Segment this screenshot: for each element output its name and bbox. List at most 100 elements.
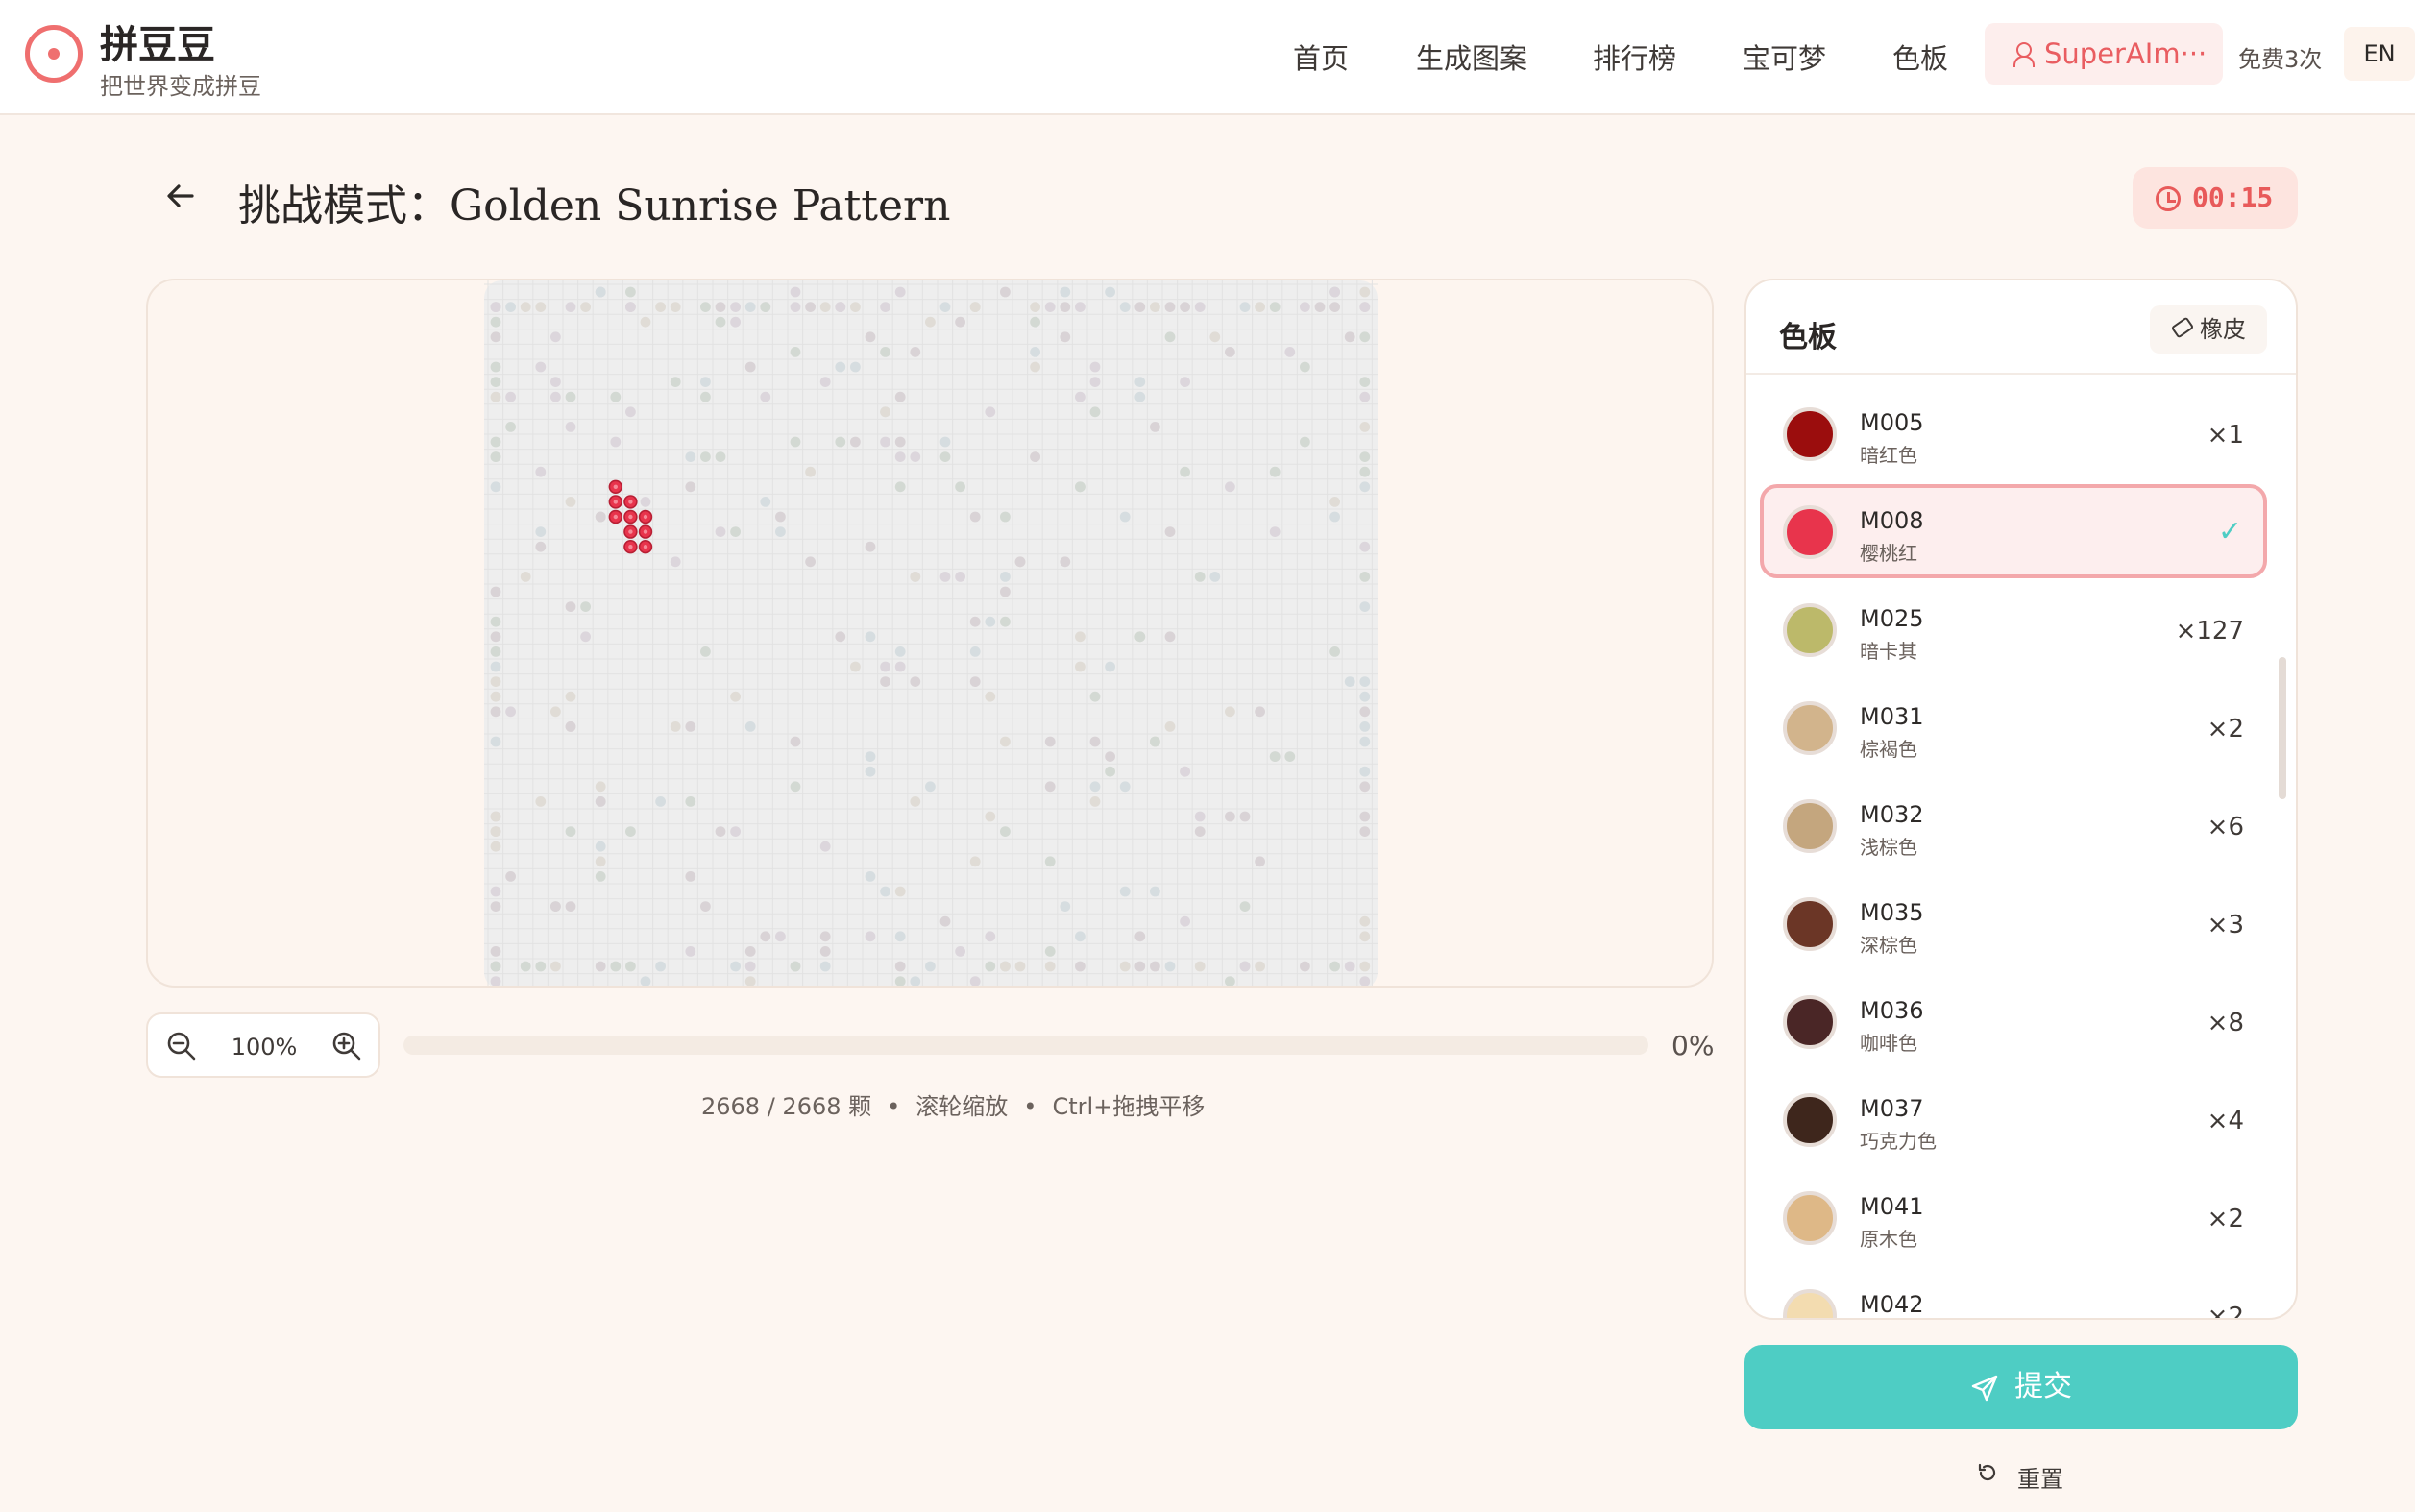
- nav-item-generate[interactable]: 生成图案: [1416, 37, 1527, 77]
- pattern-bead: [520, 961, 531, 972]
- pattern-bead: [1044, 856, 1056, 867]
- palette-color-m005[interactable]: M005 暗红色 ×1: [1760, 386, 2267, 480]
- pattern-bead: [685, 721, 696, 732]
- challenge-timer: 00:15: [2133, 167, 2298, 229]
- zoom-controls: 100%: [146, 1012, 380, 1078]
- color-swatch: [1783, 1191, 1837, 1245]
- pattern-bead: [985, 691, 996, 702]
- pattern-bead: [550, 377, 561, 387]
- palette-color-m041[interactable]: M041 原木色 ×2: [1760, 1170, 2267, 1264]
- pattern-bead: [1089, 691, 1101, 702]
- pattern-bead: [1239, 961, 1251, 972]
- pattern-bead: [1359, 601, 1371, 612]
- pattern-bead: [1359, 451, 1371, 462]
- nav-item-palette[interactable]: 色板: [1892, 37, 1948, 77]
- pattern-bead: [880, 661, 890, 672]
- bead-hole: [613, 484, 618, 489]
- eraser-label: 橡皮: [2200, 316, 2246, 343]
- pattern-bead: [1359, 915, 1371, 927]
- palette-list[interactable]: M005 暗红色 ×1 M008 樱桃红 ✓ M025 暗卡其 ×127 M031 棕褐色 ×2 M03…: [1746, 377, 2296, 1320]
- palette-color-m032[interactable]: M032 浅棕色 ×6: [1760, 778, 2267, 872]
- palette-color-m036[interactable]: M036 咖啡色 ×8: [1760, 974, 2267, 1068]
- pattern-bead: [625, 826, 636, 837]
- pattern-bead: [490, 391, 501, 402]
- bead-hole: [613, 500, 618, 504]
- pattern-bead: [1164, 631, 1176, 643]
- nav-item-home[interactable]: 首页: [1293, 37, 1349, 77]
- palette-panel: 色板 橡皮 M005 暗红色 ×1 M008 樱桃红 ✓ M025 暗卡其 ×127 M031 棕褐…: [1744, 279, 2298, 1320]
- pattern-bead: [1194, 302, 1206, 312]
- nav-item-pokemon[interactable]: 宝可梦: [1743, 37, 1826, 77]
- pattern-bead: [715, 526, 726, 537]
- pattern-bead: [490, 586, 501, 597]
- pattern-bead: [1075, 481, 1086, 493]
- pattern-bead: [775, 526, 786, 537]
- pattern-bead: [1225, 976, 1235, 986]
- palette-color-m025[interactable]: M025 暗卡其 ×127: [1760, 582, 2267, 676]
- pattern-bead: [1225, 481, 1235, 493]
- pattern-bead: [819, 302, 831, 312]
- pattern-bead: [1284, 751, 1296, 762]
- palette-color-m035[interactable]: M035 深棕色 ×3: [1760, 876, 2267, 970]
- free-credits-label: 免费3次: [2238, 46, 2323, 73]
- color-name: 暗红色: [1860, 444, 1917, 467]
- pattern-bead: [1030, 361, 1040, 373]
- pattern-bead: [865, 751, 876, 762]
- bead-count: 2668 / 2668 颗: [701, 1093, 872, 1120]
- pattern-bead: [1255, 961, 1265, 972]
- pattern-bead: [1044, 946, 1056, 957]
- color-swatch: [1783, 1093, 1837, 1147]
- nav-item-leaderboard[interactable]: 排行榜: [1593, 37, 1676, 77]
- pattern-bead: [565, 901, 576, 912]
- pattern-bead: [805, 302, 816, 312]
- zoom-out-icon[interactable]: [165, 1030, 198, 1062]
- pattern-bead: [1359, 286, 1371, 298]
- pattern-bead: [1060, 302, 1071, 312]
- user-menu-button[interactable]: SuperAIm···: [1985, 23, 2223, 85]
- color-code: M042: [1860, 1291, 1924, 1318]
- pattern-bead: [835, 361, 846, 373]
- pattern-bead: [880, 347, 890, 357]
- pattern-bead: [1180, 466, 1190, 477]
- pattern-bead: [865, 766, 876, 777]
- pattern-bead: [1150, 961, 1160, 972]
- pattern-bead: [939, 451, 951, 462]
- palette-color-m042[interactable]: M042 ×2: [1760, 1268, 2267, 1320]
- pattern-bead: [595, 781, 606, 793]
- submit-button[interactable]: 提交: [1744, 1345, 2298, 1429]
- pattern-bead: [1000, 586, 1011, 597]
- pattern-bead: [910, 796, 921, 807]
- pattern-bead: [985, 811, 996, 822]
- app-title[interactable]: 拼豆豆: [100, 13, 215, 69]
- pattern-bead: [1075, 931, 1086, 942]
- logo-icon[interactable]: [25, 25, 83, 83]
- pattern-bead: [490, 631, 501, 643]
- color-name: 原木色: [1860, 1228, 1917, 1251]
- pattern-bead: [1089, 781, 1101, 793]
- palette-color-m031[interactable]: M031 棕褐色 ×2: [1760, 680, 2267, 774]
- pattern-bead: [685, 796, 696, 807]
- bead-hole: [643, 545, 648, 549]
- pattern-bead: [1300, 302, 1310, 312]
- eraser-button[interactable]: 橡皮: [2150, 305, 2267, 354]
- pattern-bead: [1030, 451, 1040, 462]
- pattern-bead: [490, 316, 501, 328]
- palette-scrollbar[interactable]: [2279, 657, 2286, 799]
- color-count: ×6: [2207, 813, 2244, 841]
- pattern-bead: [939, 915, 951, 927]
- palette-color-m008[interactable]: M008 樱桃红 ✓: [1760, 484, 2267, 578]
- color-code: M031: [1860, 703, 1924, 730]
- pattern-bead: [595, 511, 606, 523]
- pattern-bead: [535, 961, 547, 972]
- bead-board[interactable]: [484, 280, 1378, 988]
- pattern-bead: [595, 286, 606, 298]
- color-count: ×2: [2207, 1303, 2244, 1320]
- zoom-in-icon[interactable]: [330, 1030, 363, 1062]
- canvas-hint: 2668 / 2668 颗 • 滚轮缩放 • Ctrl+拖拽平移: [701, 1093, 1206, 1120]
- pattern-bead: [835, 436, 846, 448]
- back-arrow-icon[interactable]: [163, 179, 198, 213]
- reset-button[interactable]: 重置: [1975, 1460, 2063, 1494]
- pattern-bead: [1359, 766, 1371, 777]
- language-toggle[interactable]: EN: [2344, 27, 2415, 81]
- palette-color-m037[interactable]: M037 巧克力色 ×4: [1760, 1072, 2267, 1166]
